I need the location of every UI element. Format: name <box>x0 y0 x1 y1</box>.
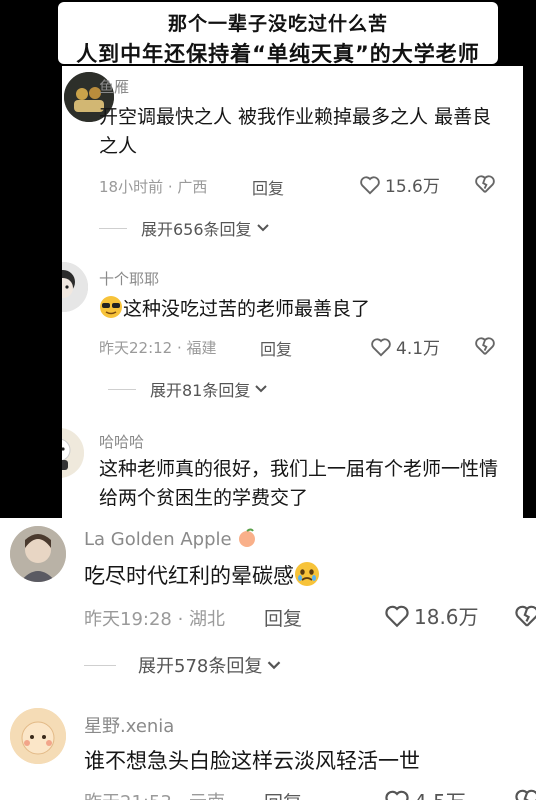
banner-title-line2: 人到中年还保持着“单纯天真”的大学老师 <box>76 42 480 66</box>
comment-panel-1: 鱼雁 开空调最快之人 被我作业赖掉最多之人 最善良之人 18小时前 · 广西 回… <box>62 66 523 518</box>
avatar-image <box>10 708 66 764</box>
peach-emoji <box>239 528 256 547</box>
avatar-image <box>62 428 84 478</box>
comment-text: 开空调最快之人 被我作业赖掉最多之人 最善良之人 <box>99 106 492 158</box>
like-button[interactable]: 4.1万 <box>370 334 440 359</box>
dislike-button[interactable] <box>474 174 496 198</box>
broken-heart-icon <box>515 789 536 800</box>
like-count: 4.5万 <box>414 786 466 800</box>
comment-text: 吃尽时代红利的晕碳感 <box>84 560 524 593</box>
comment-time-location: 18小时前 · 广西 <box>99 178 208 196</box>
like-button[interactable]: 4.5万 <box>384 786 466 800</box>
comment-username[interactable]: 星野.xenia <box>84 712 174 738</box>
dislike-button[interactable] <box>474 336 496 360</box>
comment-username[interactable]: 鱼雁 <box>99 76 129 97</box>
broken-heart-icon <box>515 605 536 627</box>
username-text: La Golden Apple <box>84 529 232 550</box>
chevron-down-icon <box>268 660 281 669</box>
dislike-button[interactable] <box>514 604 536 632</box>
expand-replies-label: 展开578条回复 <box>138 656 263 677</box>
divider <box>108 388 136 390</box>
comment-time-location: 昨天21:53 · 云南 <box>84 788 225 800</box>
like-count: 18.6万 <box>414 605 479 629</box>
heart-icon <box>385 605 409 627</box>
comment-text: 这种没吃过苦的老师最善良了 <box>99 295 507 324</box>
divider <box>84 664 116 666</box>
expand-replies-label: 展开81条回复 <box>150 381 251 400</box>
broken-heart-icon <box>475 337 495 355</box>
reply-button[interactable]: 回复 <box>252 175 284 199</box>
reply-button[interactable]: 回复 <box>260 336 292 360</box>
comment-text: 这种老师真的很好，我们上一届有个老师一性情给两个贫困生的学费交了 <box>99 458 499 510</box>
like-button[interactable]: 18.6万 <box>384 601 479 630</box>
comment-username[interactable]: 哈哈哈 <box>99 431 144 452</box>
reply-button[interactable]: 回复 <box>264 788 302 800</box>
avatar[interactable] <box>62 428 84 478</box>
reply-button[interactable]: 回复 <box>264 604 302 631</box>
comment-username[interactable]: 十个耶耶 <box>99 268 159 289</box>
chevron-down-icon <box>256 224 269 232</box>
heart-icon <box>371 337 391 356</box>
avatar[interactable] <box>10 708 66 764</box>
comment-text-content: 这种没吃过苦的老师最善良了 <box>123 298 371 320</box>
like-count: 4.1万 <box>396 339 441 359</box>
comment-time-location: 昨天19:28 · 湖北 <box>84 609 226 630</box>
dislike-button[interactable] <box>514 788 536 800</box>
heart-icon <box>385 790 409 800</box>
like-count: 15.6万 <box>385 177 440 197</box>
like-button[interactable]: 15.6万 <box>359 172 440 197</box>
expand-replies-label: 展开656条回复 <box>141 220 252 239</box>
comment-text-content: 吃尽时代红利的晕碳感 <box>84 564 294 588</box>
sunglasses-emoji <box>100 296 122 318</box>
banner-title-line1: 那个一辈子没吃过什么苦 <box>167 13 388 35</box>
comment-text: 谁不想急头白脸这样云淡风轻活一世 <box>84 749 420 773</box>
comment-panel-2: La Golden Apple 吃尽时代红利的晕碳感 昨天19:28 · 湖北 … <box>0 518 536 800</box>
expand-replies-button[interactable]: 展开81条回复 <box>108 377 268 401</box>
title-banner: 那个一辈子没吃过什么苦 人到中年还保持着“单纯天真”的大学老师 <box>58 2 498 66</box>
expand-replies-button[interactable]: 展开656条回复 <box>99 216 270 240</box>
heart-icon <box>360 175 380 194</box>
avatar[interactable] <box>10 526 66 582</box>
divider <box>99 227 127 229</box>
avatar-image <box>62 262 88 312</box>
chevron-down-icon <box>255 385 268 393</box>
broken-heart-icon <box>475 175 495 193</box>
crying-face-emoji <box>295 562 319 586</box>
comment-username[interactable]: La Golden Apple <box>84 528 257 550</box>
avatar-image <box>10 526 66 582</box>
avatar[interactable] <box>62 262 88 312</box>
comment-time-location: 昨天22:12 · 福建 <box>99 339 217 357</box>
expand-replies-button[interactable]: 展开578条回复 <box>84 652 282 678</box>
